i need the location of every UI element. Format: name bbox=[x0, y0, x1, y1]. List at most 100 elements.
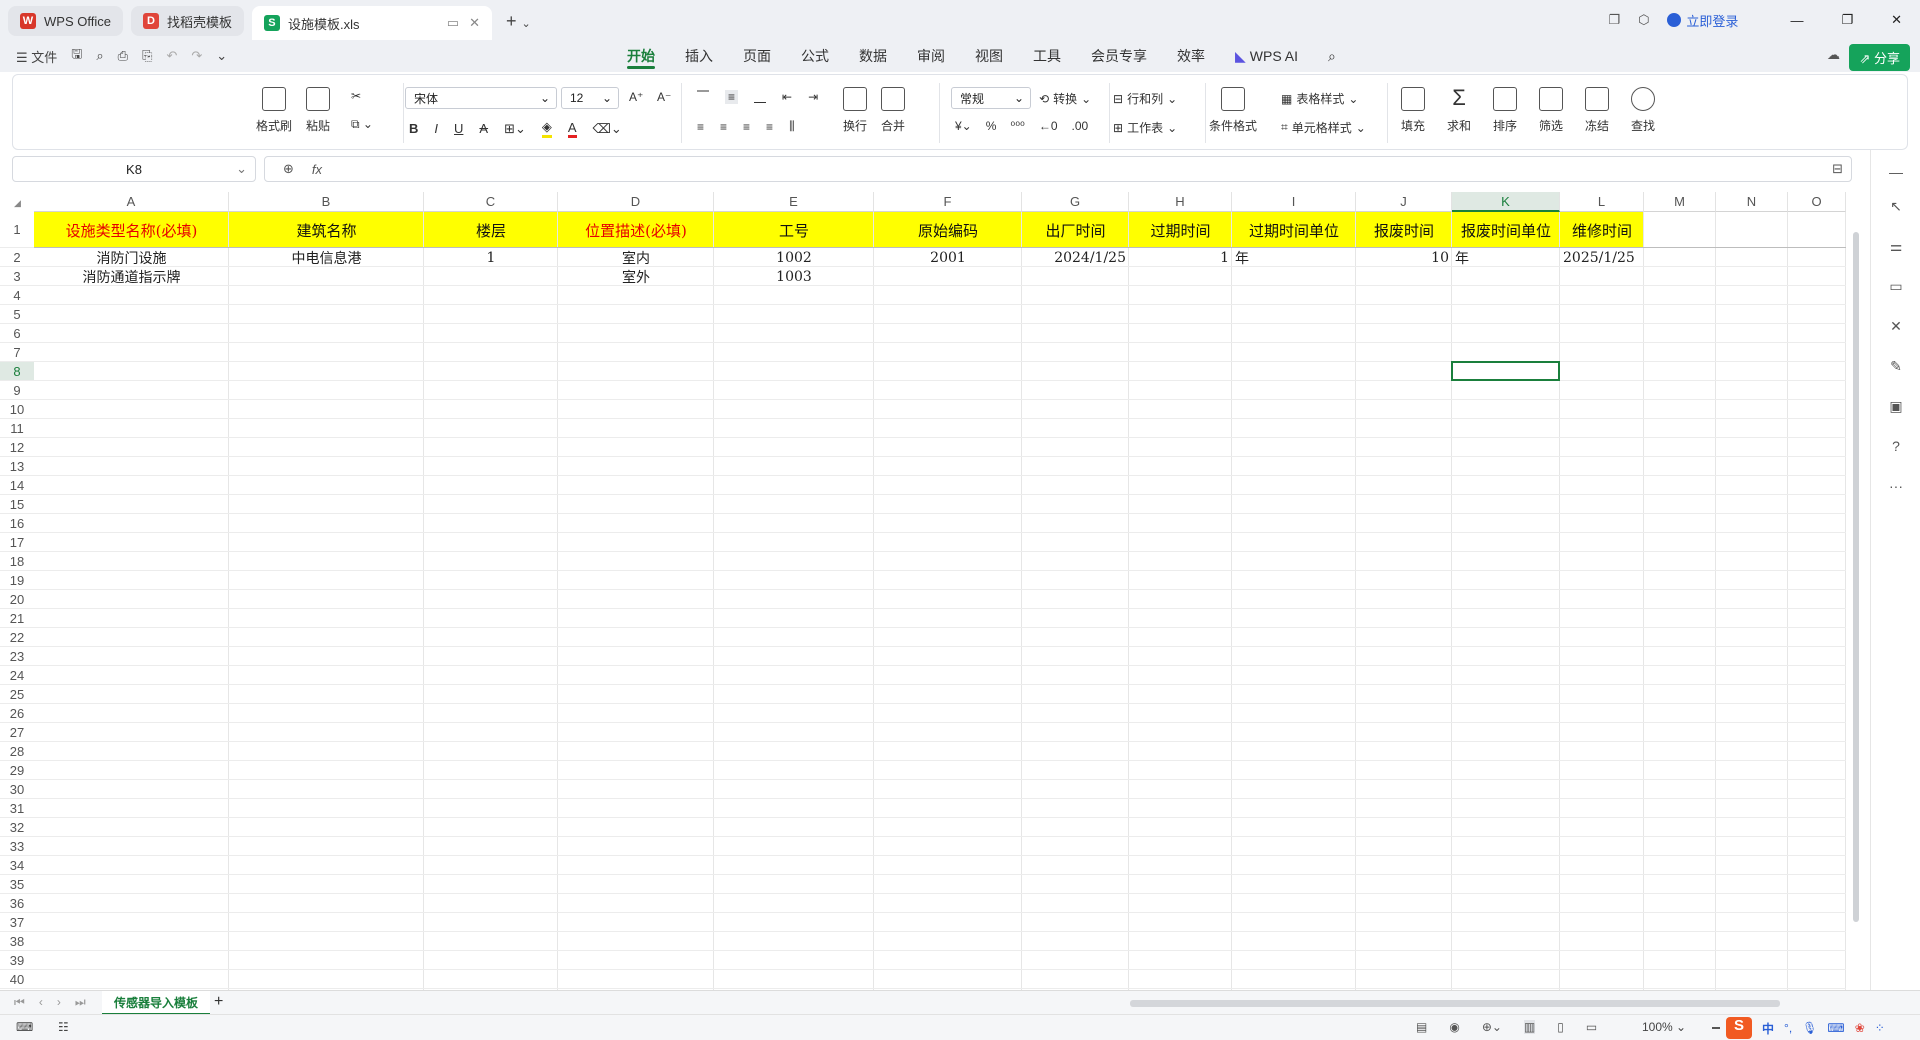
row-header[interactable]: 10 bbox=[0, 400, 34, 419]
comment-icon[interactable]: ▭ bbox=[1888, 278, 1904, 294]
row-header[interactable]: 5 bbox=[0, 305, 34, 324]
row-header[interactable]: 37 bbox=[0, 913, 34, 932]
pin-icon[interactable]: ▭ bbox=[447, 15, 459, 31]
header-cell[interactable]: 过期时间单位 bbox=[1232, 212, 1356, 248]
column-header-j[interactable]: J bbox=[1356, 192, 1452, 212]
chevron-down-icon[interactable]: ⌄ bbox=[216, 48, 227, 64]
row-col-button[interactable]: ⊟ 行和列 ⌄ bbox=[1113, 90, 1177, 107]
row-header[interactable]: 15 bbox=[0, 495, 34, 514]
row-header[interactable]: 38 bbox=[0, 932, 34, 951]
indent-icon[interactable]: ⇥ bbox=[808, 90, 818, 104]
data-cell[interactable]: 消防门设施 bbox=[34, 248, 229, 267]
tab-review[interactable]: 审阅 bbox=[902, 40, 960, 72]
help-icon[interactable]: ? bbox=[1888, 438, 1904, 454]
find-button[interactable]: 查找 bbox=[1631, 87, 1655, 134]
formula-input[interactable]: ⊕ fx ⊟ bbox=[264, 156, 1852, 182]
tab-member[interactable]: 会员专享 bbox=[1076, 40, 1162, 72]
name-box[interactable]: K8 ⌄ bbox=[12, 156, 256, 182]
sort-button[interactable]: 排序 bbox=[1493, 87, 1517, 134]
data-cell[interactable]: 10 bbox=[1356, 248, 1452, 267]
column-header-i[interactable]: I bbox=[1232, 192, 1356, 212]
tab-efficiency[interactable]: 效率 bbox=[1162, 40, 1220, 72]
page-layout-icon[interactable]: ▯ bbox=[1557, 1020, 1564, 1034]
header-cell[interactable]: 位置描述(必填) bbox=[558, 212, 714, 248]
sum-button[interactable]: Σ 求和 bbox=[1447, 87, 1471, 134]
data-cell[interactable]: 消防通道指示牌 bbox=[34, 267, 229, 286]
align-bottom-icon[interactable]: ⎽ bbox=[754, 89, 766, 104]
tab-document[interactable]: S 设施模板.xls ▭ ✕ bbox=[251, 6, 492, 40]
select-pointer-icon[interactable]: ↖ bbox=[1888, 198, 1904, 214]
column-header-o[interactable]: O bbox=[1788, 192, 1846, 212]
row-header[interactable]: 30 bbox=[0, 780, 34, 799]
calc-icon[interactable]: ▤ bbox=[1416, 1020, 1427, 1034]
column-header-d[interactable]: D bbox=[558, 192, 714, 212]
currency-icon[interactable]: ¥⌄ bbox=[955, 119, 972, 133]
convert-button[interactable]: ⟲ 转换 ⌄ bbox=[1039, 90, 1091, 107]
data-cell[interactable]: 年 bbox=[1452, 248, 1560, 267]
header-cell[interactable]: 报废时间 bbox=[1356, 212, 1452, 248]
justify-icon[interactable]: ≡ bbox=[766, 120, 773, 134]
column-header-e[interactable]: E bbox=[714, 192, 874, 212]
data-cell[interactable]: 2025/1/25 bbox=[1560, 248, 1644, 267]
close-tab-icon[interactable]: ✕ bbox=[469, 15, 480, 31]
number-format-select[interactable]: 常规 ⌄ bbox=[951, 87, 1031, 109]
tab-wps-ai[interactable]: ◣ WPS AI bbox=[1220, 40, 1313, 72]
search-icon[interactable]: ⌕ bbox=[1313, 40, 1351, 72]
new-tab-button[interactable]: + ⌄ bbox=[506, 11, 531, 32]
data-cell[interactable]: 1 bbox=[424, 248, 558, 267]
header-cell[interactable]: 工号 bbox=[714, 212, 874, 248]
tab-template-store[interactable]: D 找稻壳模板 bbox=[130, 6, 244, 36]
table-style-button[interactable]: ▦ 表格样式 ⌄ bbox=[1281, 90, 1358, 107]
column-header-a[interactable]: A bbox=[34, 192, 229, 212]
data-cell[interactable]: 2001 bbox=[874, 248, 1022, 267]
font-size-select[interactable]: 12 ⌄ bbox=[561, 87, 619, 109]
file-menu[interactable]: ☰ 文件 bbox=[16, 47, 57, 66]
row-header[interactable]: 22 bbox=[0, 628, 34, 647]
data-cell[interactable]: 1002 bbox=[714, 248, 874, 267]
print-preview-icon[interactable]: ⎘ bbox=[142, 48, 152, 64]
sliders-icon[interactable]: ⚌ bbox=[1888, 238, 1904, 254]
tab-wps-office[interactable]: W WPS Office bbox=[8, 6, 123, 36]
row-header[interactable]: 17 bbox=[0, 533, 34, 552]
row-header[interactable]: 8 bbox=[0, 362, 34, 381]
cube-icon[interactable]: ⬡ bbox=[1638, 12, 1649, 28]
fill-color-icon[interactable]: ◈ bbox=[541, 119, 552, 138]
row-header[interactable]: 34 bbox=[0, 856, 34, 875]
row-header[interactable]: 25 bbox=[0, 685, 34, 704]
eraser-icon[interactable]: ⌫⌄ bbox=[593, 121, 622, 137]
merge-button[interactable]: 合并 bbox=[881, 87, 905, 134]
select-all-corner[interactable]: ◢ bbox=[0, 192, 34, 212]
row-header[interactable]: 28 bbox=[0, 742, 34, 761]
collapse-icon[interactable]: — bbox=[1888, 164, 1904, 180]
header-cell[interactable]: 原始编码 bbox=[874, 212, 1022, 248]
column-header-g[interactable]: G bbox=[1022, 192, 1129, 212]
row-header[interactable]: 6 bbox=[0, 324, 34, 343]
ime-mode-icon[interactable]: 中 bbox=[1762, 1020, 1774, 1037]
cloud-icon[interactable]: ☁ bbox=[1827, 47, 1840, 63]
increase-font-icon[interactable]: A⁺ bbox=[629, 90, 643, 104]
freeze-button[interactable]: 冻结 bbox=[1585, 87, 1609, 134]
filter-button[interactable]: 筛选 bbox=[1539, 87, 1563, 134]
column-header-l[interactable]: L bbox=[1560, 192, 1644, 212]
row-header[interactable]: 7 bbox=[0, 343, 34, 362]
punct-icon[interactable]: °, bbox=[1784, 1021, 1792, 1035]
vertical-scrollbar[interactable] bbox=[1851, 212, 1861, 982]
row-header[interactable]: 29 bbox=[0, 761, 34, 780]
row-header[interactable]: 4 bbox=[0, 286, 34, 305]
outdent-icon[interactable]: ⇤ bbox=[782, 90, 792, 104]
font-color-icon[interactable]: A bbox=[567, 120, 577, 138]
header-cell[interactable]: 设施类型名称(必填) bbox=[34, 212, 229, 248]
format-painter-button[interactable]: 格式刷 bbox=[256, 87, 292, 134]
tab-tools[interactable]: 工具 bbox=[1018, 40, 1076, 72]
row-header[interactable]: 18 bbox=[0, 552, 34, 571]
locate-icon[interactable]: ⊕⌄ bbox=[1482, 1020, 1502, 1034]
conditional-format-button[interactable]: 条件格式 bbox=[1209, 87, 1257, 134]
tab-formula[interactable]: 公式 bbox=[786, 40, 844, 72]
bold-icon[interactable]: B bbox=[409, 121, 418, 136]
increase-decimal-icon[interactable]: ←0 bbox=[1039, 119, 1058, 133]
chart-edit-icon[interactable]: ✎ bbox=[1888, 358, 1904, 374]
row-header[interactable]: 20 bbox=[0, 590, 34, 609]
next-sheet-icon[interactable]: › bbox=[57, 995, 61, 1010]
paste-button[interactable]: 粘贴 bbox=[306, 87, 330, 134]
header-cell[interactable]: 维修时间 bbox=[1560, 212, 1644, 248]
